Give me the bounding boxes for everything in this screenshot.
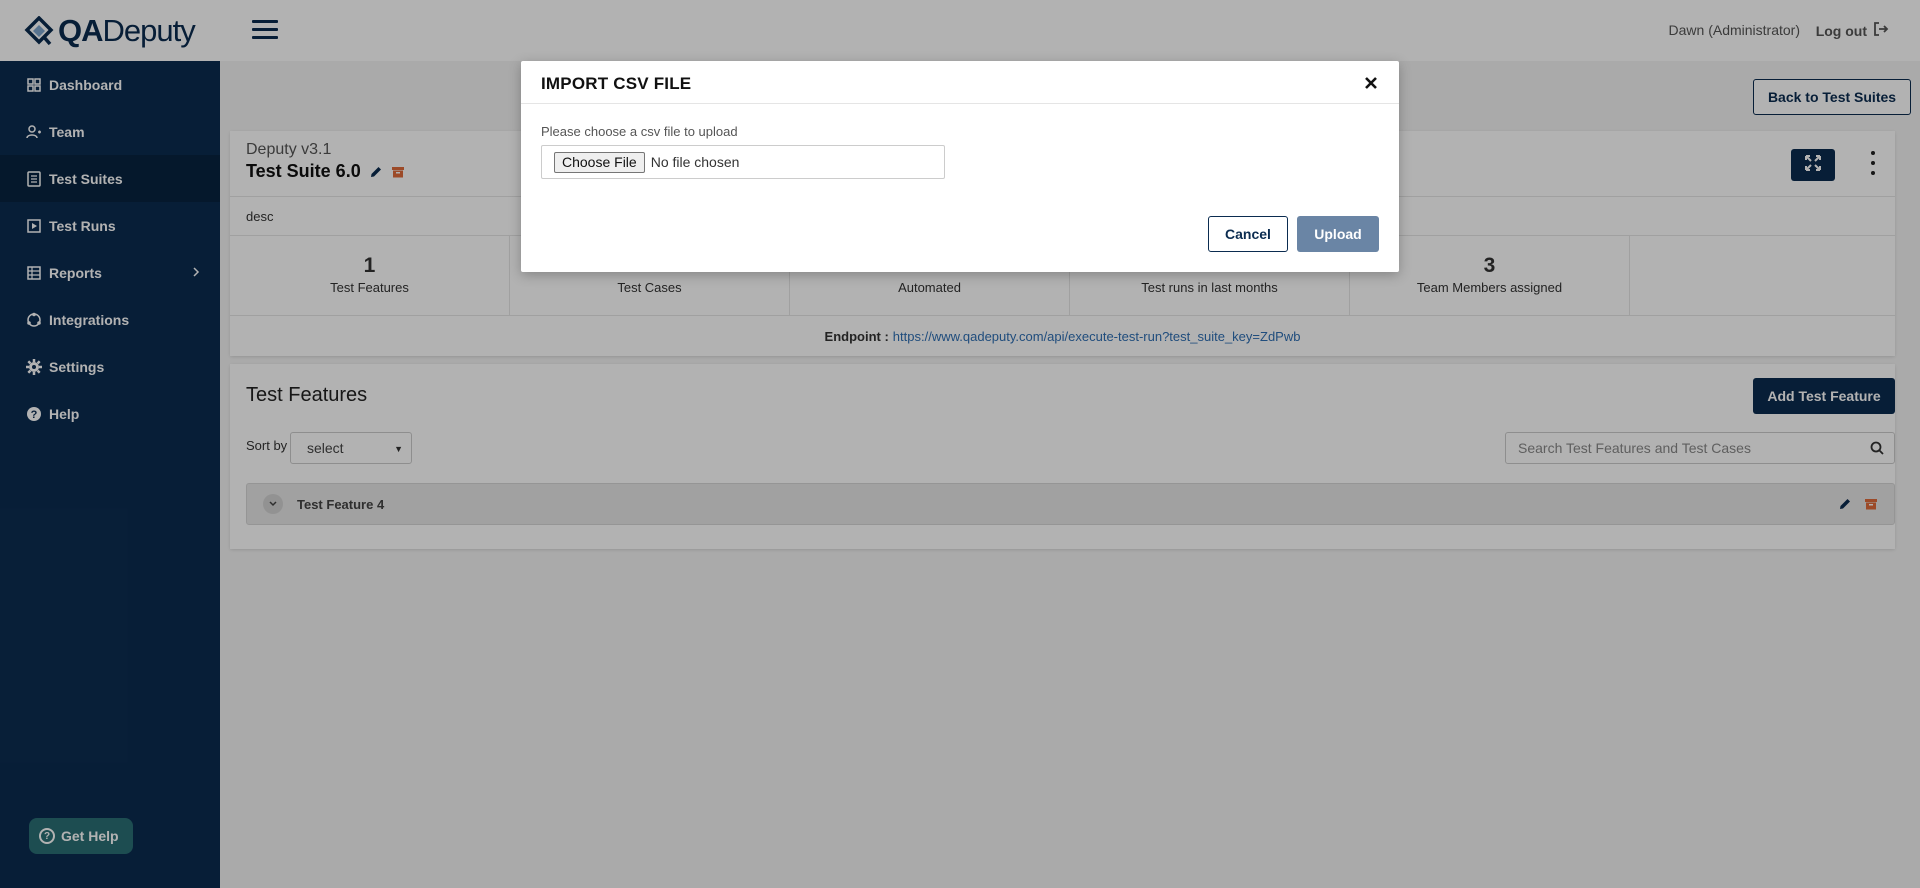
- cancel-button[interactable]: Cancel: [1208, 216, 1288, 252]
- close-icon[interactable]: [1361, 73, 1381, 93]
- file-status: No file chosen: [650, 154, 740, 170]
- file-input[interactable]: Choose File No file chosen: [541, 145, 945, 179]
- modal-body: Please choose a csv file to upload Choos…: [521, 104, 1399, 179]
- modal-header: IMPORT CSV FILE: [521, 61, 1399, 104]
- upload-button[interactable]: Upload: [1297, 216, 1379, 252]
- choose-file-button[interactable]: Choose File: [554, 151, 645, 173]
- import-csv-modal: IMPORT CSV FILE Please choose a csv file…: [521, 61, 1399, 272]
- file-field-label: Please choose a csv file to upload: [541, 124, 738, 139]
- modal-title: IMPORT CSV FILE: [541, 74, 692, 93]
